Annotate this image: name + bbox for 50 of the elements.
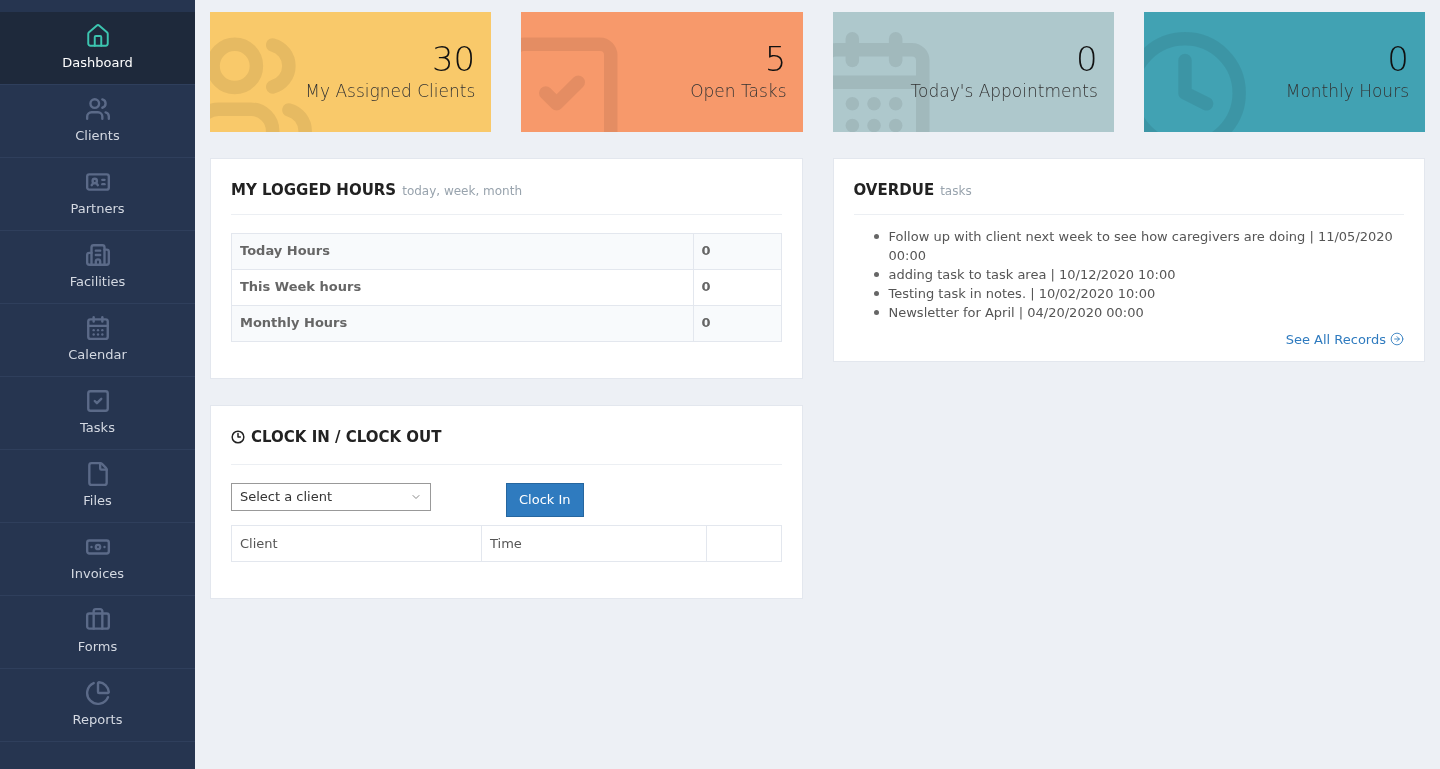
sidebar-label: Files [83,492,112,511]
stat-value: 0 [1387,39,1409,80]
bullet-icon [873,271,879,277]
stat-value: 5 [764,39,787,80]
sidebar-label: Calendar [68,346,127,365]
sidebar-label: Facilities [69,273,126,292]
bullet-icon [873,290,879,296]
column-header: Client [231,525,482,562]
people-icon [84,96,111,123]
checkbox-icon [84,388,111,415]
sidebar-label: Forms [77,638,118,657]
stat-label: My Assigned Clients [305,80,476,104]
sidebar-label: Dashboard [62,54,133,73]
table-cell: 0 [693,269,781,305]
pie-chart-icon [84,680,111,707]
sidebar-label: Reports [72,711,123,730]
arrow-circle-icon [1390,332,1404,347]
client-select[interactable]: Select a client [231,483,431,511]
sidebar-label: Clients [75,127,120,146]
stat-label: Monthly Hours [1285,80,1409,104]
sidebar-label: Invoices [70,565,125,584]
house-icon [84,23,111,50]
overdue-task: adding task to task area | 10/12/2020 10:00 [888,265,1176,284]
table-cell: Today Hours [231,233,693,269]
bullet-icon [873,233,879,239]
table-cell: This Week hours [231,269,693,305]
panel-title: OVERDUE [853,180,935,201]
clock-in-button[interactable]: Clock In [506,483,584,517]
bullet-icon [873,309,879,315]
panel-subtitle: tasks [940,183,972,200]
sidebar-label: Tasks [80,419,115,438]
stat-label: Today's Appointments [910,80,1098,104]
column-header: Time [481,525,707,562]
building-icon [84,242,111,269]
table-cell: Monthly Hours [231,305,693,341]
sidebar-label: Partners [70,200,125,219]
panel-title: CLOCK IN / CLOCK OUT [251,426,442,448]
table-cell: 0 [693,233,781,269]
overdue-task: Newsletter for April | 04/20/2020 00:00 [888,303,1144,322]
panel-subtitle: today, week, month [402,183,523,200]
stat-label: Open Tasks [690,80,787,104]
overdue-task: Testing task in notes. | 10/02/2020 10:00 [888,284,1156,303]
see-all-records-link[interactable]: See All Records [1285,329,1404,349]
stat-value: 30 [432,39,476,80]
panel-title: MY LOGGED HOURS [231,180,397,201]
calendar-icon [84,315,111,342]
clock-icon [231,429,245,444]
table-cell: 0 [693,305,781,341]
stat-value: 0 [1076,39,1098,80]
sidebar-item[interactable]: Dashboard [0,12,195,85]
